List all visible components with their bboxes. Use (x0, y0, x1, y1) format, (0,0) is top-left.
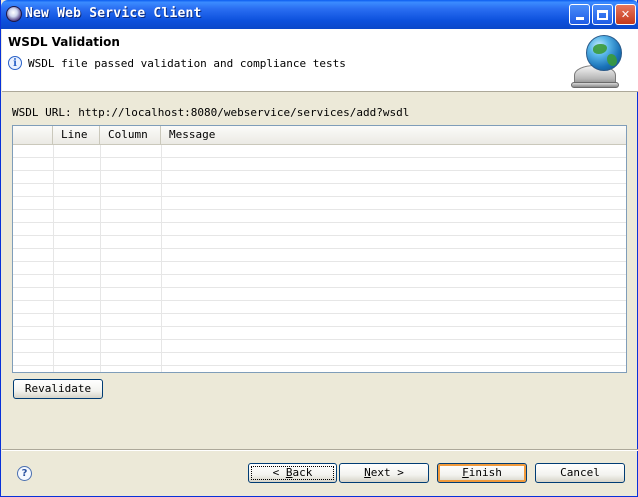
finish-button[interactable]: Finish (437, 463, 527, 483)
next-arrow-icon: > (397, 466, 404, 479)
cancel-button[interactable]: Cancel (535, 463, 625, 483)
revalidate-button[interactable]: Revalidate (13, 379, 103, 399)
finish-label: inish (468, 466, 502, 479)
back-label: ack (292, 466, 313, 479)
globe-bell-icon (571, 35, 626, 89)
column-divider (161, 145, 162, 372)
globe-land (593, 44, 607, 54)
column-header-message[interactable]: Message (161, 126, 626, 145)
minimize-icon (575, 17, 584, 20)
table-rows (13, 145, 626, 372)
title-bar[interactable]: New Web Service Client ✕ (1, 0, 638, 29)
info-icon: i (8, 56, 22, 70)
close-button[interactable]: ✕ (615, 4, 636, 25)
next-mnemonic: N (364, 466, 371, 479)
globe (586, 35, 622, 71)
footer-divider (2, 449, 638, 451)
maximize-icon (597, 9, 608, 20)
column-header-blank[interactable] (13, 126, 53, 145)
window-title: New Web Service Client (25, 6, 202, 21)
column-divider (53, 145, 54, 372)
column-header-column[interactable]: Column (100, 126, 161, 145)
close-icon: ✕ (620, 8, 631, 21)
globe-land (607, 54, 617, 66)
wizard-header: WSDL Validation i WSDL file passed valid… (2, 29, 638, 92)
minimize-button[interactable] (569, 4, 590, 25)
column-divider (100, 145, 101, 372)
bell-base (571, 82, 619, 88)
dialog-window: New Web Service Client ✕ WSDL Validation… (0, 0, 638, 497)
back-button[interactable]: < Back (248, 463, 337, 483)
next-button[interactable]: Next > (339, 463, 429, 483)
next-label: ext (370, 466, 391, 479)
back-arrow-icon: < (272, 466, 280, 479)
help-icon[interactable]: ? (17, 466, 32, 481)
wsdl-url-label: WSDL URL: http://localhost:8080/webservi… (12, 106, 410, 119)
header-message: WSDL file passed validation and complian… (28, 57, 346, 70)
validation-results-table[interactable]: Line Column Message (12, 125, 627, 373)
page-title: WSDL Validation (8, 35, 120, 49)
eclipse-icon (6, 6, 22, 22)
maximize-button[interactable] (592, 4, 613, 25)
table-header: Line Column Message (13, 126, 626, 145)
finish-mnemonic: F (462, 466, 469, 479)
column-header-line[interactable]: Line (53, 126, 100, 145)
back-mnemonic: B (285, 466, 293, 479)
